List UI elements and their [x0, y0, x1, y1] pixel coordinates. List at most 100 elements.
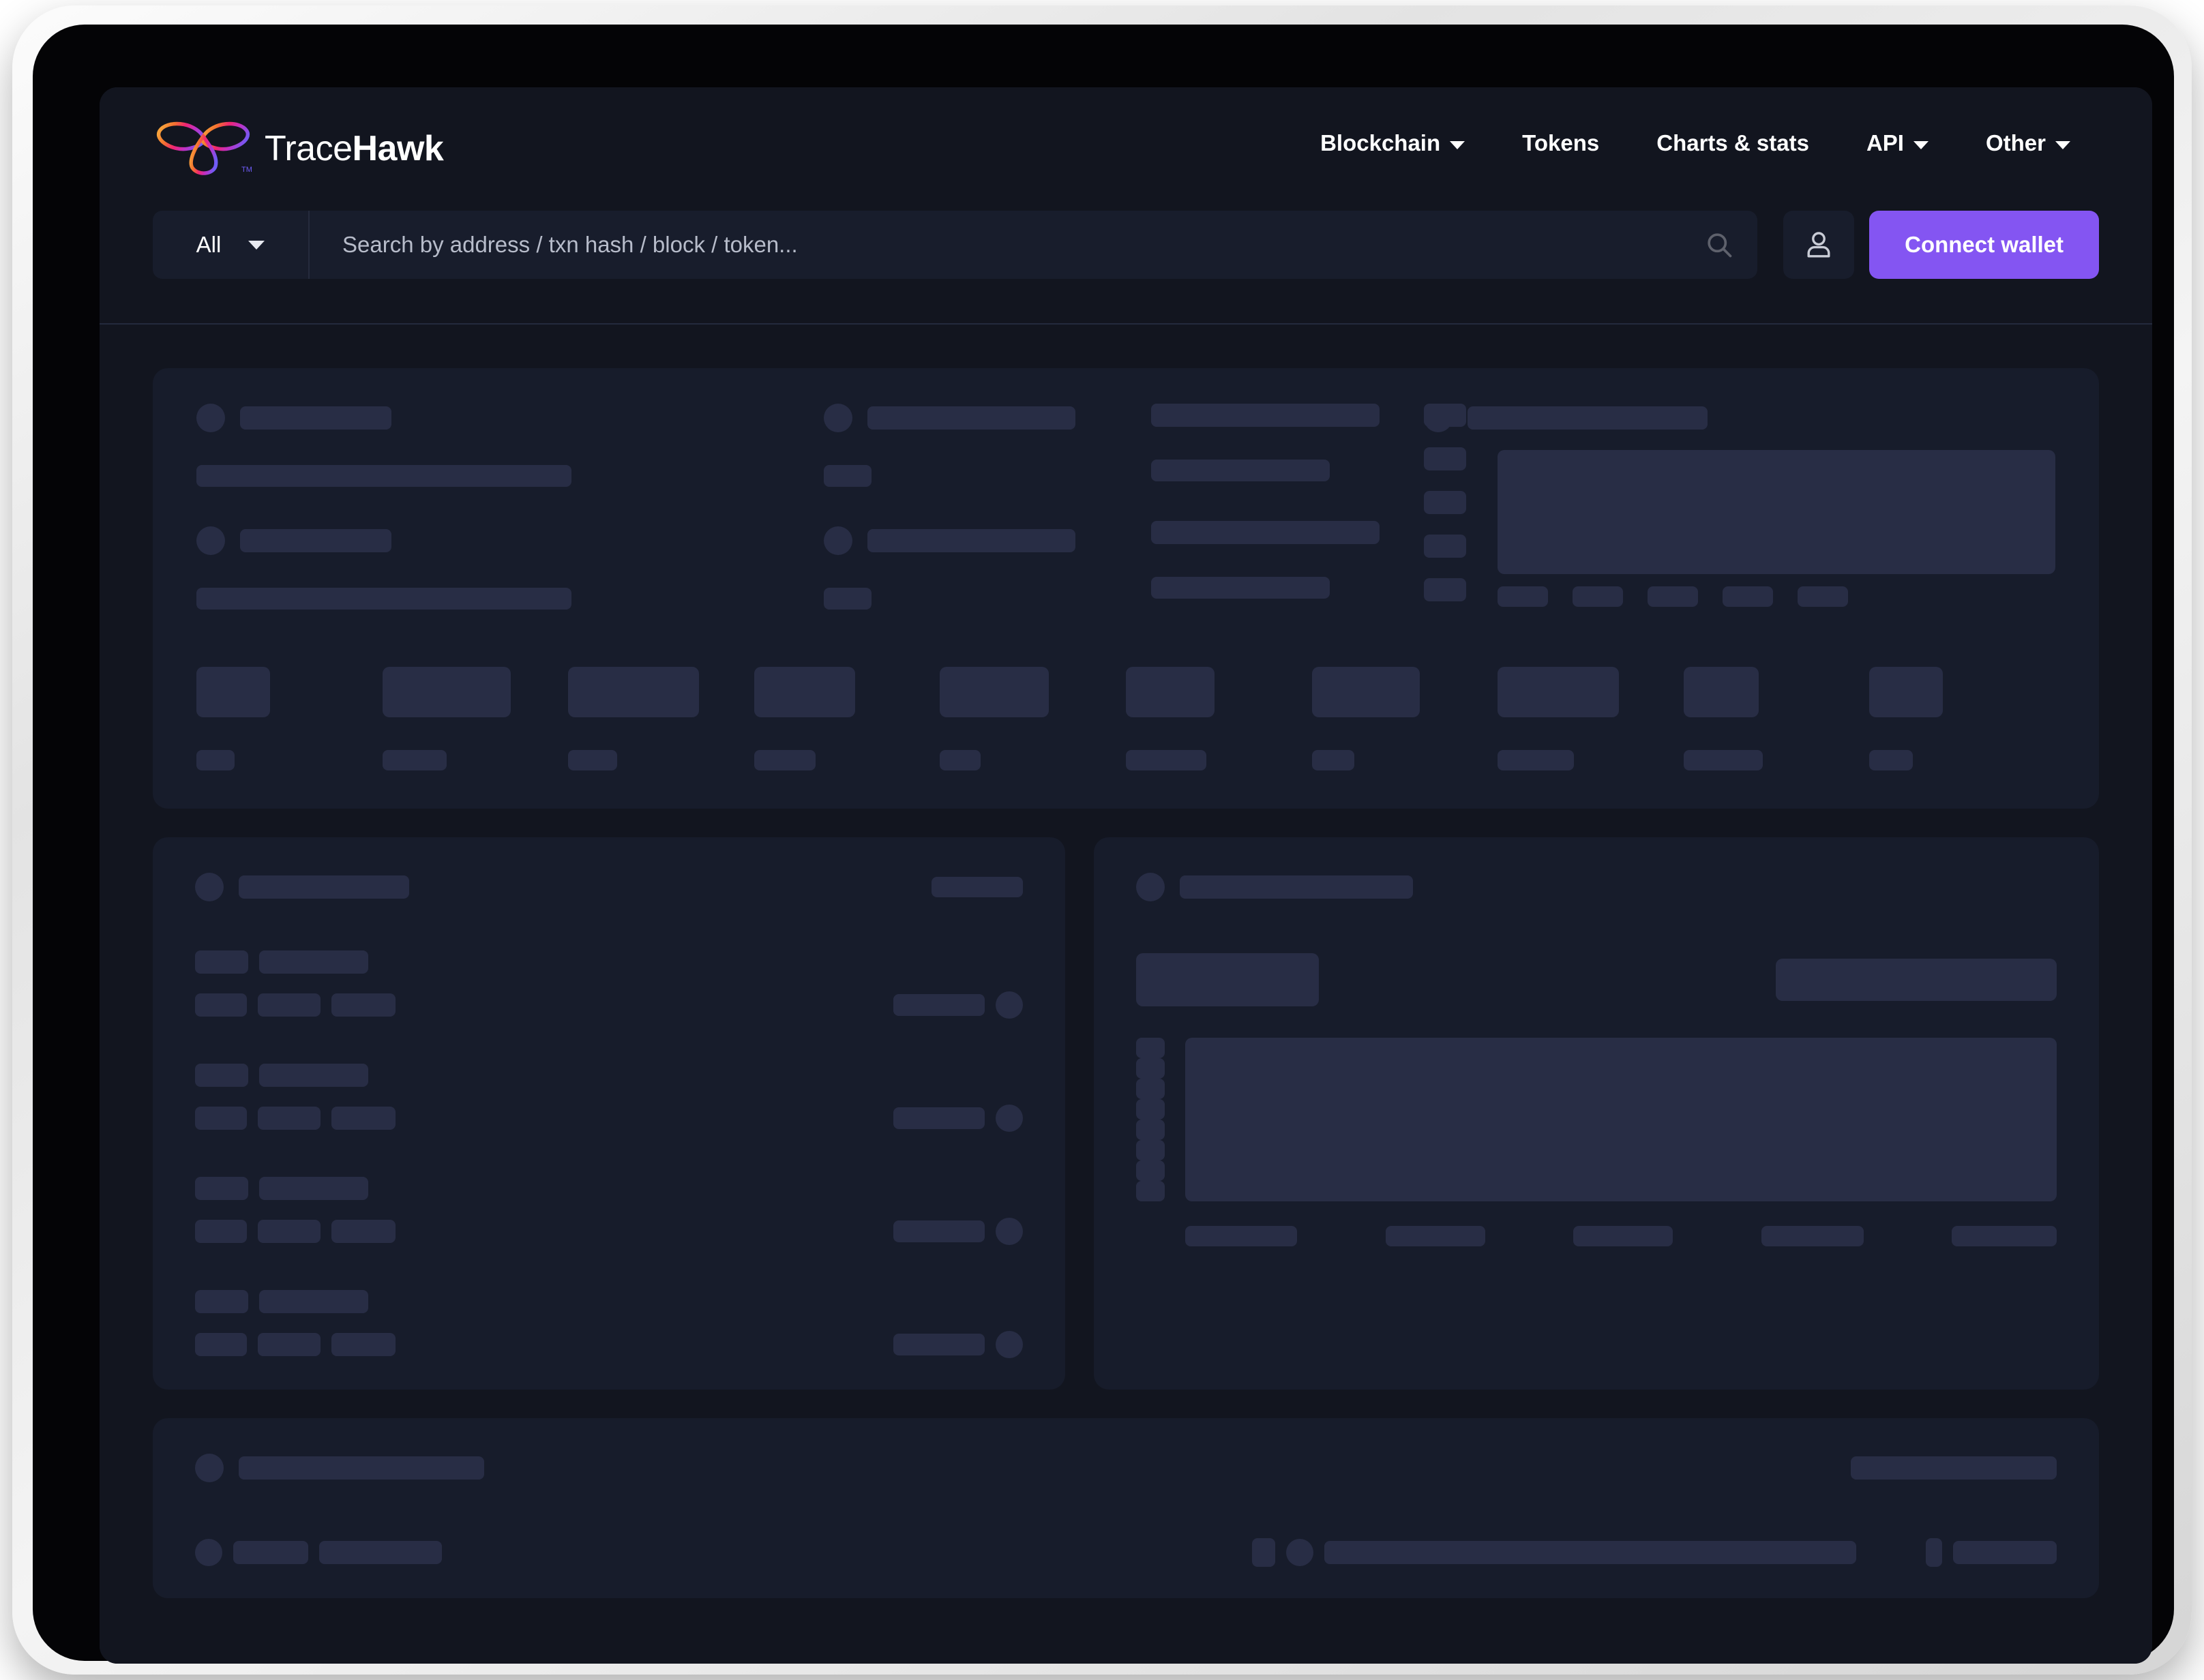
stat-tile-skeleton — [1869, 667, 2055, 770]
account-button[interactable] — [1783, 211, 1855, 279]
skeleton-tile-box — [1311, 667, 1420, 717]
skeleton-line — [195, 1331, 1023, 1358]
skeleton-tile-box — [1683, 667, 1759, 717]
skeleton-cell — [195, 1177, 248, 1200]
skeleton-cell — [259, 950, 368, 974]
tracehawk-app: TM TraceHawk Blockchain Tokens Charts & … — [100, 87, 2152, 1664]
chart-plot-skeleton — [1185, 1038, 2057, 1201]
header-search-row: All Search by address / txn hash / block… — [153, 203, 2099, 286]
skeleton-value — [1151, 577, 1330, 599]
skeleton-label — [1151, 521, 1380, 544]
skeleton-tile-sublabel — [1311, 750, 1354, 770]
device-screen: TM TraceHawk Blockchain Tokens Charts & … — [100, 87, 2152, 1664]
nav-item-blockchain[interactable]: Blockchain — [1292, 130, 1493, 156]
stat-tile-skeleton — [1683, 667, 1870, 770]
skeleton-line — [195, 1218, 1023, 1245]
skeleton-axis-tick — [1136, 1120, 1165, 1140]
skeleton-label — [867, 406, 1075, 430]
skeleton-label — [240, 529, 391, 552]
skeleton-value — [196, 465, 571, 487]
nav-item-tokens[interactable]: Tokens — [1493, 130, 1628, 156]
nav-item-api[interactable]: API — [1838, 130, 1957, 156]
card-header-title-group — [1136, 873, 1413, 901]
mini-chart-x-labels — [1498, 586, 2055, 607]
stat-tile-skeleton — [382, 667, 569, 770]
main-content — [100, 326, 2152, 1664]
transaction-rows — [195, 950, 1023, 1358]
skeleton-avatar — [1136, 873, 1165, 901]
skeleton-tile-sublabel — [1683, 750, 1763, 770]
skeleton-row — [824, 526, 1151, 555]
search-field-wrapper — [310, 211, 1758, 279]
skeleton-tile-sublabel — [196, 750, 235, 770]
skeleton-axis-label — [1498, 586, 1548, 607]
butterfly-infinity-logo-icon: TM — [156, 121, 252, 175]
brand-logo[interactable]: TM TraceHawk — [153, 115, 444, 176]
skeleton-axis-tick — [1136, 1181, 1165, 1201]
search-bar: All — [153, 211, 1758, 279]
trademark-mark: TM — [241, 166, 252, 174]
skeleton-tile-box — [1498, 667, 1620, 717]
skeleton-cell — [258, 1220, 321, 1243]
skeleton-title — [239, 875, 409, 899]
stats-tiles-row — [196, 667, 2055, 770]
skeleton-row — [1424, 404, 2055, 432]
transaction-row-skeleton — [195, 950, 1023, 1019]
card-header — [1136, 873, 2057, 901]
stats-column-1 — [196, 404, 824, 610]
skeleton-value — [824, 588, 872, 610]
skeleton-cell — [195, 993, 247, 1017]
skeleton-cell — [195, 1290, 248, 1313]
skeleton-cell — [331, 1220, 396, 1243]
stat-tile-skeleton — [1126, 667, 1312, 770]
chart-body — [1136, 1038, 2057, 1201]
skeleton-avatar — [1286, 1539, 1313, 1566]
table-row — [195, 1538, 2057, 1567]
skeleton-tile-box — [196, 667, 270, 717]
skeleton-value — [1151, 460, 1330, 481]
brand-name-light: Trace — [265, 129, 353, 168]
skeleton-avatar — [996, 1105, 1023, 1132]
stats-grid — [196, 404, 2055, 610]
chevron-down-icon — [2055, 140, 2070, 149]
connect-wallet-button[interactable]: Connect wallet — [1869, 211, 2099, 279]
header-top-row: TM TraceHawk Blockchain Tokens Charts & … — [153, 87, 2099, 203]
skeleton-cell — [259, 1064, 368, 1087]
search-scope-dropdown[interactable]: All — [153, 211, 310, 279]
skeleton-tile-box — [754, 667, 855, 717]
skeleton-cell — [259, 1290, 368, 1313]
skeleton-axis-label — [1761, 1226, 1864, 1246]
mini-chart-y-ticks — [1424, 404, 1466, 601]
skeleton-value — [196, 588, 571, 610]
skeleton-cell — [1953, 1541, 2057, 1564]
stats-column-3 — [1151, 404, 1424, 610]
skeleton-tile-sublabel — [754, 750, 816, 770]
skeleton-avatar — [195, 1454, 224, 1482]
skeleton-tick — [1424, 404, 1466, 427]
skeleton-cell — [195, 1064, 248, 1087]
chart-x-axis-labels — [1185, 1226, 2057, 1246]
skeleton-axis-tick — [1136, 1099, 1165, 1120]
stat-tile-skeleton — [568, 667, 754, 770]
search-input[interactable] — [310, 211, 1758, 279]
skeleton-tile-sublabel — [568, 750, 618, 770]
tablet-device-frame: TM TraceHawk Blockchain Tokens Charts & … — [12, 5, 2192, 1675]
skeleton-cell — [195, 1333, 247, 1356]
skeleton-amount — [893, 1107, 985, 1129]
skeleton-label — [240, 406, 391, 430]
nav-item-label: Tokens — [1522, 130, 1600, 155]
nav-item-other[interactable]: Other — [1957, 130, 2099, 156]
nav-item-label: Charts & stats — [1656, 130, 1809, 155]
skeleton-axis-label — [1385, 1226, 1485, 1246]
skeleton-axis-label — [1648, 586, 1698, 607]
skeleton-title — [239, 1456, 484, 1480]
skeleton-line — [195, 1064, 1023, 1087]
skeleton-cell — [319, 1541, 442, 1564]
chevron-down-icon — [1913, 140, 1929, 149]
skeleton-row — [196, 526, 824, 555]
skeleton-axis-tick — [1136, 1079, 1165, 1099]
nav-item-charts-stats[interactable]: Charts & stats — [1628, 130, 1838, 156]
skeleton-line — [195, 950, 1023, 974]
skeleton-tick — [1424, 491, 1466, 514]
stats-overview-card-skeleton — [153, 368, 2099, 809]
